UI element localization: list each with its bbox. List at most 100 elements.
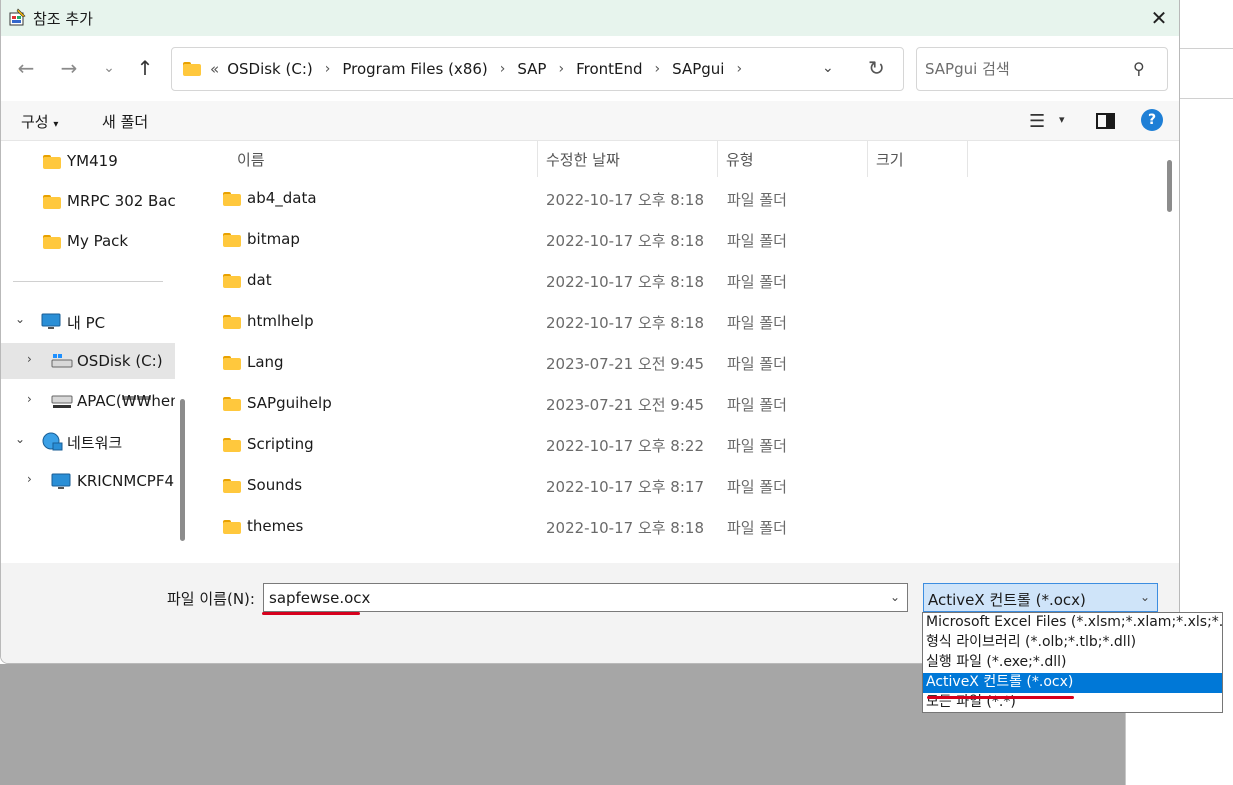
column-header-size[interactable]: 크기 (868, 141, 968, 177)
file-type: 파일 폴더 (727, 519, 787, 537)
breadcrumb: « OSDisk (C:) › Program Files (x86) › SA… (210, 60, 754, 78)
search-input[interactable] (925, 58, 1125, 80)
help-icon[interactable]: ? (1141, 109, 1163, 131)
title-bar: 참조 추가 ✕ (1, 0, 1179, 36)
breadcrumb-program-files[interactable]: Program Files (x86) (342, 60, 487, 78)
preview-pane-icon[interactable] (1096, 113, 1115, 129)
folder-icon (223, 438, 241, 452)
nav-item-label: 네트워크 (67, 434, 123, 452)
nav-item-network[interactable]: ⌄ 네트워크 (1, 423, 175, 459)
chevron-down-icon[interactable]: ⌄ (15, 312, 25, 326)
caret-down-icon[interactable]: ▾ (1059, 113, 1065, 126)
up-button[interactable]: ↑ (131, 54, 159, 82)
table-row[interactable]: Sounds 2022-10-17 오후 8:17 파일 폴더 (194, 466, 1161, 506)
chevron-right-icon[interactable]: › (27, 392, 32, 406)
table-row[interactable]: themes 2022-10-17 오후 8:18 파일 폴더 (194, 507, 1161, 547)
background-divider (1180, 98, 1233, 99)
table-row[interactable]: SAPguihelp 2023-07-21 오전 9:45 파일 폴더 (194, 384, 1161, 424)
file-name: Scripting (247, 435, 314, 453)
nav-item-this-pc[interactable]: ⌄ 내 PC (1, 303, 175, 339)
forward-button[interactable]: → (55, 54, 83, 82)
chevron-right-icon[interactable]: › (500, 61, 506, 77)
address-bar[interactable]: « OSDisk (C:) › Program Files (x86) › SA… (171, 47, 904, 91)
file-name: Sounds (247, 476, 303, 494)
file-date: 2022-10-17 오후 8:18 (546, 314, 704, 332)
command-bar: 구성 ▾ 새 폴더 ☰ ▾ ? (1, 101, 1179, 141)
chevron-right-icon[interactable]: › (27, 352, 32, 366)
filename-input[interactable]: sapfewse.ocx ⌄ (263, 583, 908, 612)
nav-item-mrpc[interactable]: MRPC 302 Back (1, 183, 175, 219)
file-name: themes (247, 517, 304, 535)
filetype-option-selected[interactable]: ActiveX 컨트롤 (*.ocx) (923, 673, 1222, 693)
filetype-select[interactable]: ActiveX 컨트롤 (*.ocx) ⌄ (923, 583, 1158, 612)
chevron-right-icon[interactable]: › (558, 61, 564, 77)
annotation-underline (262, 612, 360, 615)
nav-item-osdisk[interactable]: › OSDisk (C:) (1, 343, 175, 379)
breadcrumb-frontend[interactable]: FrontEnd (576, 60, 642, 78)
table-row[interactable]: Lang 2023-07-21 오전 9:45 파일 폴더 (194, 343, 1161, 383)
table-row[interactable]: ab4_data 2022-10-17 오후 8:18 파일 폴더 (194, 179, 1161, 219)
network-icon (42, 432, 63, 451)
folder-icon (223, 315, 241, 329)
file-list: ^ 이름 수정한 날짜 유형 크기 ab4_data 2022-10-17 오후 … (194, 141, 1161, 563)
search-box[interactable]: ⚲ (916, 47, 1168, 91)
filetype-option[interactable]: Microsoft Excel Files (*.xlsm;*.xlam;*.x… (923, 613, 1222, 633)
search-icon[interactable]: ⚲ (1133, 59, 1145, 78)
filename-value: sapfewse.ocx (269, 589, 371, 607)
filename-label: 파일 이름(N): (167, 590, 255, 608)
file-name: SAPguihelp (247, 394, 332, 412)
column-header-name[interactable]: 이름 (229, 141, 538, 177)
column-header-type[interactable]: 유형 (718, 141, 868, 177)
address-dropdown-icon[interactable]: ⌄ (822, 60, 834, 76)
chevron-right-icon[interactable]: › (736, 61, 742, 77)
background-divider (1180, 48, 1233, 49)
table-row[interactable]: Scripting 2022-10-17 오후 8:22 파일 폴더 (194, 425, 1161, 465)
refresh-icon[interactable]: ↻ (868, 56, 885, 80)
view-list-icon[interactable]: ☰ (1029, 111, 1045, 132)
nav-item-ym419[interactable]: YM419 (1, 143, 175, 179)
recent-locations-button[interactable]: ⌄ (95, 54, 123, 82)
folder-icon (223, 479, 241, 493)
close-button[interactable]: ✕ (1139, 3, 1179, 33)
nav-item-label: My Pack (67, 232, 129, 250)
organize-button[interactable]: 구성 ▾ (21, 111, 58, 132)
chevron-down-icon[interactable]: ⌄ (890, 590, 900, 604)
table-row[interactable]: htmlhelp 2022-10-17 오후 8:18 파일 폴더 (194, 302, 1161, 342)
caret-down-icon: ▾ (53, 119, 59, 130)
breadcrumb-sapgui[interactable]: SAPgui (672, 60, 724, 78)
file-type: 파일 폴더 (727, 273, 787, 291)
filetype-option[interactable]: 실행 파일 (*.exe;*.dll) (923, 653, 1222, 673)
nav-item-computer[interactable]: › KRICNMCPF41 (1, 463, 175, 499)
chevron-down-icon[interactable]: ⌄ (1140, 590, 1150, 604)
folder-icon (223, 520, 241, 534)
filetype-option[interactable]: 형식 라이브러리 (*.olb;*.tlb;*.dll) (923, 633, 1222, 653)
chevron-down-icon[interactable]: ⌄ (15, 432, 25, 446)
breadcrumb-sap[interactable]: SAP (517, 60, 546, 78)
nav-item-apac[interactable]: › APAC(₩₩henk (1, 383, 175, 419)
file-name: htmlhelp (247, 312, 314, 330)
new-folder-button[interactable]: 새 폴더 (102, 111, 148, 132)
chevron-right-icon[interactable]: › (325, 61, 331, 77)
nav-item-my-pack[interactable]: My Pack (1, 223, 175, 259)
folder-icon (43, 235, 61, 249)
file-type: 파일 폴더 (727, 355, 787, 373)
file-name: dat (247, 271, 272, 289)
column-header-date[interactable]: 수정한 날짜 (538, 141, 718, 177)
chevron-right-icon[interactable]: › (655, 61, 661, 77)
file-list-scrollbar[interactable] (1167, 160, 1172, 212)
overflow-chevron-icon[interactable]: « (210, 60, 219, 78)
back-button[interactable]: ← (12, 54, 40, 82)
nav-item-label: KRICNMCPF41 (77, 472, 175, 490)
file-date: 2022-10-17 오후 8:18 (546, 519, 704, 537)
table-row[interactable]: bitmap 2022-10-17 오후 8:18 파일 폴더 (194, 220, 1161, 260)
nav-item-label: OSDisk (C:) (77, 352, 163, 370)
folder-icon (223, 356, 241, 370)
nav-item-label: APAC(₩₩henk (77, 392, 175, 410)
window-title: 참조 추가 (33, 10, 93, 28)
folder-icon (183, 62, 201, 76)
breadcrumb-osdisk[interactable]: OSDisk (C:) (227, 60, 313, 78)
table-row[interactable]: dat 2022-10-17 오후 8:18 파일 폴더 (194, 261, 1161, 301)
chevron-right-icon[interactable]: › (27, 472, 32, 486)
nav-scrollbar[interactable] (180, 399, 185, 541)
file-date: 2022-10-17 오후 8:18 (546, 232, 704, 250)
